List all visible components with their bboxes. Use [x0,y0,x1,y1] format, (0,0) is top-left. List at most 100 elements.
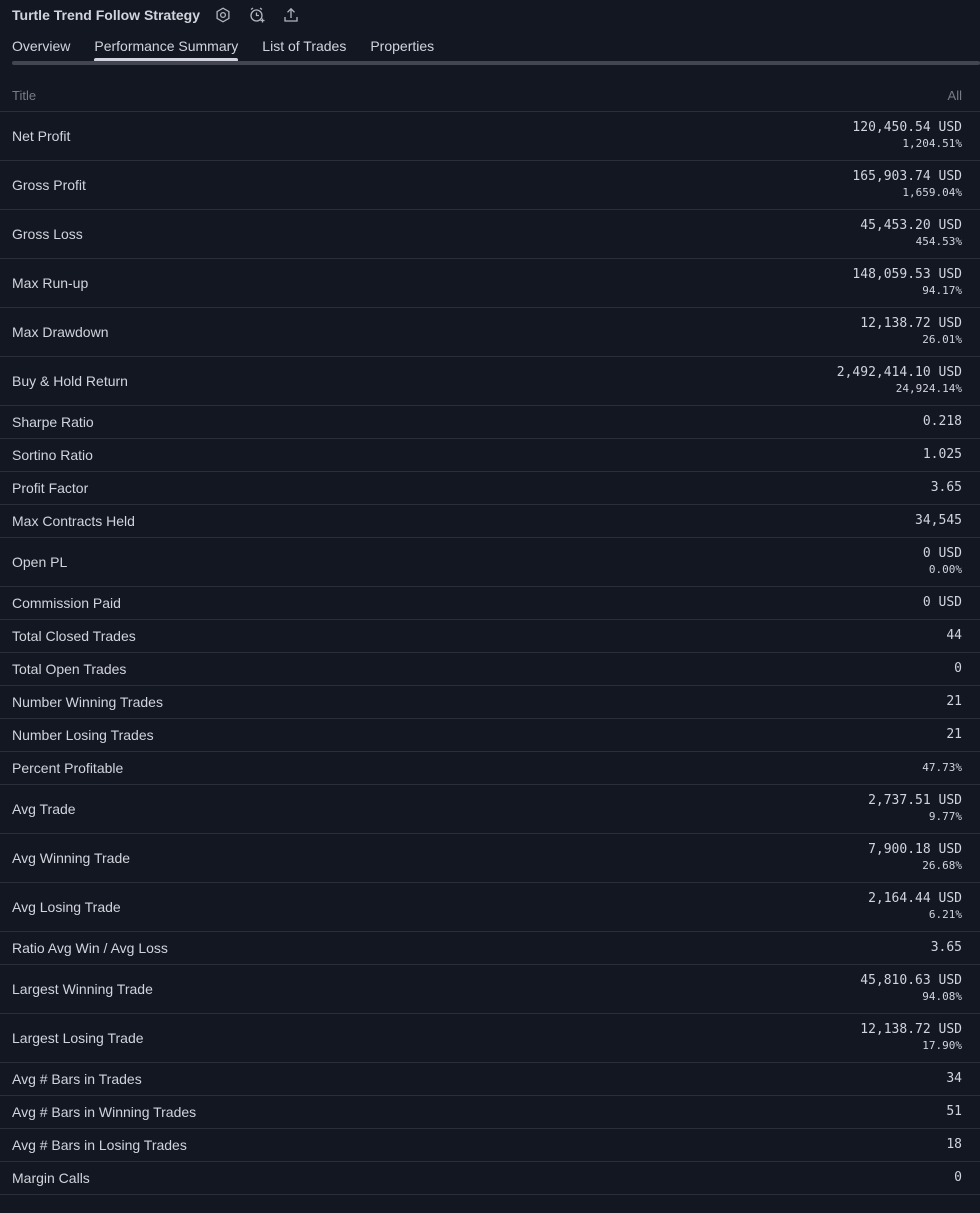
row-value-main: 45,453.20 USD [860,218,962,233]
table-row: Total Open Trades 0 [0,653,980,686]
row-value: 12,138.72 USD 17.90% [860,1022,962,1054]
row-value-percent: 24,924.14% [895,382,962,395]
row-value-percent: 1,659.04% [902,186,962,199]
tab-properties[interactable]: Properties [370,30,434,58]
row-label: Avg # Bars in Winning Trades [12,1104,197,1120]
row-label: Commission Paid [12,595,121,611]
column-header-all: All [947,87,962,103]
settings-icon[interactable] [214,6,232,24]
row-value-main: 2,492,414.10 USD [836,365,962,380]
table-row: Largest Losing Trade 12,138.72 USD 17.90% [0,1014,980,1063]
row-value-main: 12,138.72 USD [860,1022,962,1037]
row-value-percent: 454.53% [915,235,962,248]
row-value: 51 [946,1104,962,1120]
row-label: Total Open Trades [12,661,127,677]
row-value-main: 2,164.44 USD [868,891,962,906]
table-body: Net Profit 120,450.54 USD 1,204.51% Gross P… [0,111,980,1195]
row-value: 120,450.54 USD 1,204.51% [852,120,962,152]
table-row: Total Closed Trades 44 [0,620,980,653]
row-value: 34,545 [915,513,962,529]
row-value: 2,164.44 USD 6.21% [868,891,962,923]
row-value: 3.65 [931,940,962,956]
table-row: Ratio Avg Win / Avg Loss 3.65 [0,932,980,965]
row-value: 148,059.53 USD 94.17% [852,267,962,299]
table-row: Avg # Bars in Trades 34 [0,1063,980,1096]
row-label: Percent Profitable [12,760,124,776]
table-row: Open PL 0 USD 0.00% [0,538,980,587]
row-value-main: 18 [946,1137,962,1152]
row-value-percent: 6.21% [928,908,962,921]
row-label: Profit Factor [12,480,89,496]
tab-performance-summary[interactable]: Performance Summary [94,30,238,62]
table-row: Profit Factor 3.65 [0,472,980,505]
table-row: Avg Winning Trade 7,900.18 USD 26.68% [0,834,980,883]
table-row: Gross Loss 45,453.20 USD 454.53% [0,210,980,259]
row-label: Number Winning Trades [12,694,163,710]
table-row: Max Contracts Held 34,545 [0,505,980,538]
row-value: 21 [946,694,962,710]
table-row: Net Profit 120,450.54 USD 1,204.51% [0,112,980,161]
table-row: Sharpe Ratio 0.218 [0,406,980,439]
row-label: Avg # Bars in Losing Trades [12,1137,187,1153]
table-row: Avg # Bars in Losing Trades 18 [0,1129,980,1162]
add-alert-icon[interactable] [248,6,266,24]
strategy-header: Turtle Trend Follow Strategy [0,0,980,30]
row-value: 7,900.18 USD 26.68% [868,842,962,874]
table-row: Commission Paid 0 USD [0,587,980,620]
row-label: Number Losing Trades [12,727,154,743]
row-value: 0 [954,1170,962,1186]
row-label: Avg # Bars in Trades [12,1071,142,1087]
table-row: Avg # Bars in Winning Trades 51 [0,1096,980,1129]
row-value-main: 3.65 [930,480,962,495]
table-row: Gross Profit 165,903.74 USD 1,659.04% [0,161,980,210]
row-value-main: 34 [946,1071,962,1086]
export-icon[interactable] [282,6,300,24]
performance-table: Title All Net Profit 120,450.54 USD 1,204.… [0,79,980,1195]
row-value-percent: 0.00% [928,563,962,576]
row-label: Avg Losing Trade [12,899,121,915]
row-value: 0 USD 0.00% [923,546,962,578]
table-row: Max Drawdown 12,138.72 USD 26.01% [0,308,980,357]
tab-overview[interactable]: Overview [12,30,70,58]
row-value-main: 34,545 [915,513,962,528]
row-label: Buy & Hold Return [12,373,128,389]
row-value-main: 21 [946,694,962,709]
row-label: Gross Profit [12,177,86,193]
row-value-main: 2,737.51 USD [868,793,962,808]
row-value: 2,492,414.10 USD 24,924.14% [837,365,962,397]
table-row: Max Run-up 148,059.53 USD 94.17% [0,259,980,308]
row-value-percent: 17.90% [922,1039,962,1052]
row-label: Sharpe Ratio [12,414,94,430]
row-value: 45,453.20 USD 454.53% [860,218,962,250]
row-value: 47.73% [922,760,962,776]
tab-list-of-trades[interactable]: List of Trades [262,30,346,58]
row-value-main: 1.025 [922,447,962,462]
table-row: Number Losing Trades 21 [0,719,980,752]
row-value: 0 USD [923,595,962,611]
row-value: 21 [946,727,962,743]
row-value-main: 148,059.53 USD [852,267,962,282]
row-value-percent: 26.01% [922,333,962,346]
row-value: 1.025 [923,447,962,463]
row-value-percent: 1,204.51% [902,137,962,150]
row-value-main: 47.73% [922,761,962,774]
row-value-main: 0 [954,1170,962,1185]
row-value: 2,737.51 USD 9.77% [868,793,962,825]
table-row: Avg Losing Trade 2,164.44 USD 6.21% [0,883,980,932]
row-value: 34 [946,1071,962,1087]
row-label: Ratio Avg Win / Avg Loss [12,940,168,956]
row-value: 3.65 [931,480,962,496]
row-label: Avg Winning Trade [12,850,131,866]
tab-scroll-track [12,61,980,65]
row-value: 18 [946,1137,962,1153]
row-value-main: 120,450.54 USD [852,120,962,135]
table-row: Sortino Ratio 1.025 [0,439,980,472]
row-value-main: 21 [946,727,962,742]
table-row: Buy & Hold Return 2,492,414.10 USD 24,924.… [0,357,980,406]
row-value-main: 0 [954,661,962,676]
row-value-percent: 94.08% [922,990,962,1003]
strategy-title: Turtle Trend Follow Strategy [12,7,200,23]
row-label: Total Closed Trades [12,628,136,644]
row-label: Gross Loss [12,226,83,242]
row-label: Margin Calls [12,1170,90,1186]
